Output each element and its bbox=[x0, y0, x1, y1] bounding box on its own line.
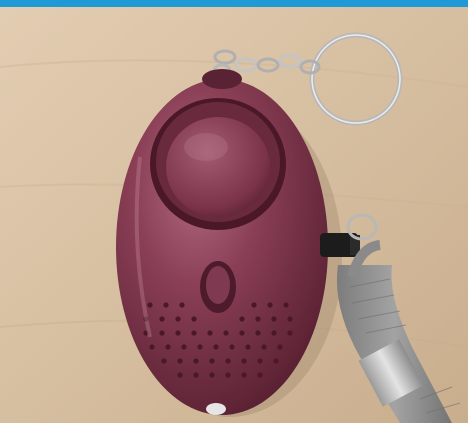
top-accent-bar bbox=[0, 0, 468, 7]
personal-alarm-photo bbox=[0, 7, 468, 423]
